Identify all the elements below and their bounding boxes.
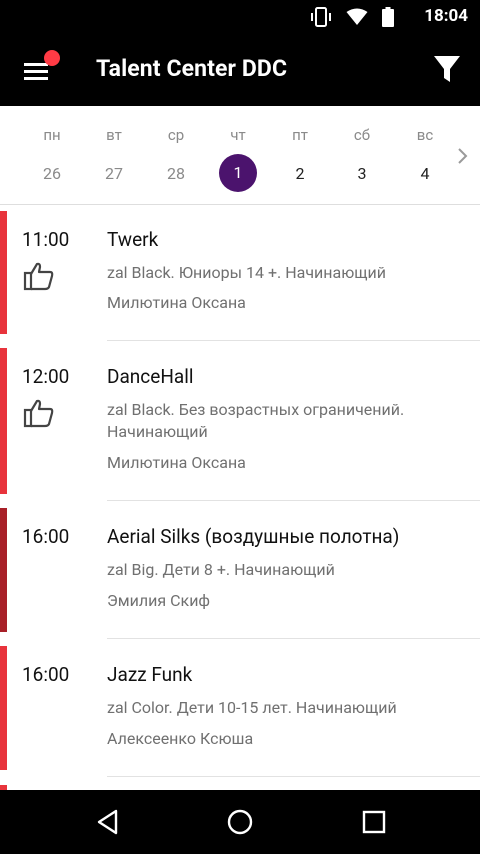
class-teacher: Алексеенко Ксюша — [107, 729, 254, 748]
day-number: 28 — [167, 164, 185, 183]
class-accent-bar — [0, 211, 7, 334]
day-sun[interactable]: вс 4 — [395, 126, 455, 192]
class-time: 16:00 — [22, 525, 70, 548]
class-accent-bar — [0, 508, 7, 632]
day-tue[interactable]: вт 27 — [84, 126, 144, 192]
vibrate-icon — [310, 7, 332, 27]
class-teacher: Милютина Оксана — [107, 453, 246, 472]
wifi-icon — [346, 8, 368, 26]
day-number: 3 — [357, 164, 367, 183]
thumbs-up-icon — [23, 399, 54, 428]
class-time: 16:00 — [22, 663, 70, 686]
battery-icon — [382, 7, 394, 27]
day-name: ср — [167, 126, 185, 144]
app-toolbar: Talent Center DDC — [0, 33, 480, 106]
class-item[interactable]: 12:00 DanceHall zal Black. Без возрастны… — [0, 341, 480, 501]
status-time: 18:04 — [424, 6, 468, 26]
week-strip: пн 26 вт 27 ср 28 чт 1 пт 2 сб 3 вс 4 — [0, 106, 480, 205]
class-time: 11:00 — [22, 228, 70, 251]
day-name: вс — [416, 126, 434, 144]
status-icons — [310, 6, 394, 28]
day-number: 27 — [105, 164, 123, 183]
back-icon — [97, 809, 118, 835]
class-list: 11:00 Twerk zal Black. Юниоры 14 +. Начи… — [0, 204, 480, 790]
home-button[interactable] — [226, 808, 254, 836]
day-name: чт — [230, 126, 246, 144]
day-number-selected: 1 — [219, 154, 257, 192]
back-button[interactable] — [94, 808, 122, 836]
recents-button[interactable] — [360, 808, 388, 836]
day-name: вт — [106, 126, 122, 144]
class-title: Jazz Funk — [107, 663, 193, 686]
class-title: Aerial Silks (воздушные полотна) — [107, 525, 400, 548]
day-name: пн — [43, 126, 61, 144]
filter-icon — [434, 56, 460, 82]
class-info: zal Black. Без возрастных ограничений. Н… — [107, 400, 405, 441]
day-number: 4 — [420, 164, 430, 183]
thumbs-up-icon — [23, 262, 54, 291]
chevron-right-icon — [458, 148, 468, 164]
day-thu[interactable]: чт 1 — [208, 126, 268, 192]
class-title: Twerk — [107, 228, 159, 251]
class-info: zal Black. Юниоры 14 +. Начинающий — [107, 263, 386, 282]
recents-icon — [362, 810, 386, 834]
system-nav-bar — [0, 790, 480, 854]
day-fri[interactable]: пт 2 — [270, 126, 330, 192]
class-accent-bar — [0, 348, 7, 494]
class-title: DanceHall — [107, 365, 194, 388]
home-icon — [227, 809, 253, 835]
day-number: 2 — [295, 164, 305, 183]
like-button[interactable] — [23, 397, 55, 429]
day-name: пт — [292, 126, 308, 144]
day-number: 26 — [43, 164, 61, 183]
class-item[interactable]: 11:00 Twerk zal Black. Юниоры 14 +. Начи… — [0, 204, 480, 341]
notification-badge — [44, 50, 60, 66]
app-title: Talent Center DDC — [96, 55, 288, 82]
day-name: сб — [353, 126, 371, 144]
status-bar: 18:04 — [0, 0, 480, 33]
class-accent-bar — [0, 646, 7, 770]
class-teacher: Милютина Оксана — [107, 293, 246, 312]
class-item[interactable]: 16:00 Jazz Funk zal Color. Дети 10-15 ле… — [0, 639, 480, 777]
class-teacher: Эмилия Скиф — [107, 591, 211, 610]
like-button[interactable] — [23, 260, 55, 292]
day-mon[interactable]: пн 26 — [22, 126, 82, 192]
next-week-button[interactable] — [456, 144, 470, 168]
class-time: 12:00 — [22, 365, 70, 388]
class-info: zal Big. Дети 8 +. Начинающий — [107, 560, 335, 579]
day-wed[interactable]: ср 28 — [146, 126, 206, 192]
filter-button[interactable] — [432, 53, 462, 85]
day-sat[interactable]: сб 3 — [332, 126, 392, 192]
class-info: zal Color. Дети 10-15 лет. Начинающий — [107, 698, 397, 717]
class-item[interactable]: 16:00 Aerial Silks (воздушные полотна) z… — [0, 501, 480, 639]
class-item[interactable] — [0, 777, 480, 790]
